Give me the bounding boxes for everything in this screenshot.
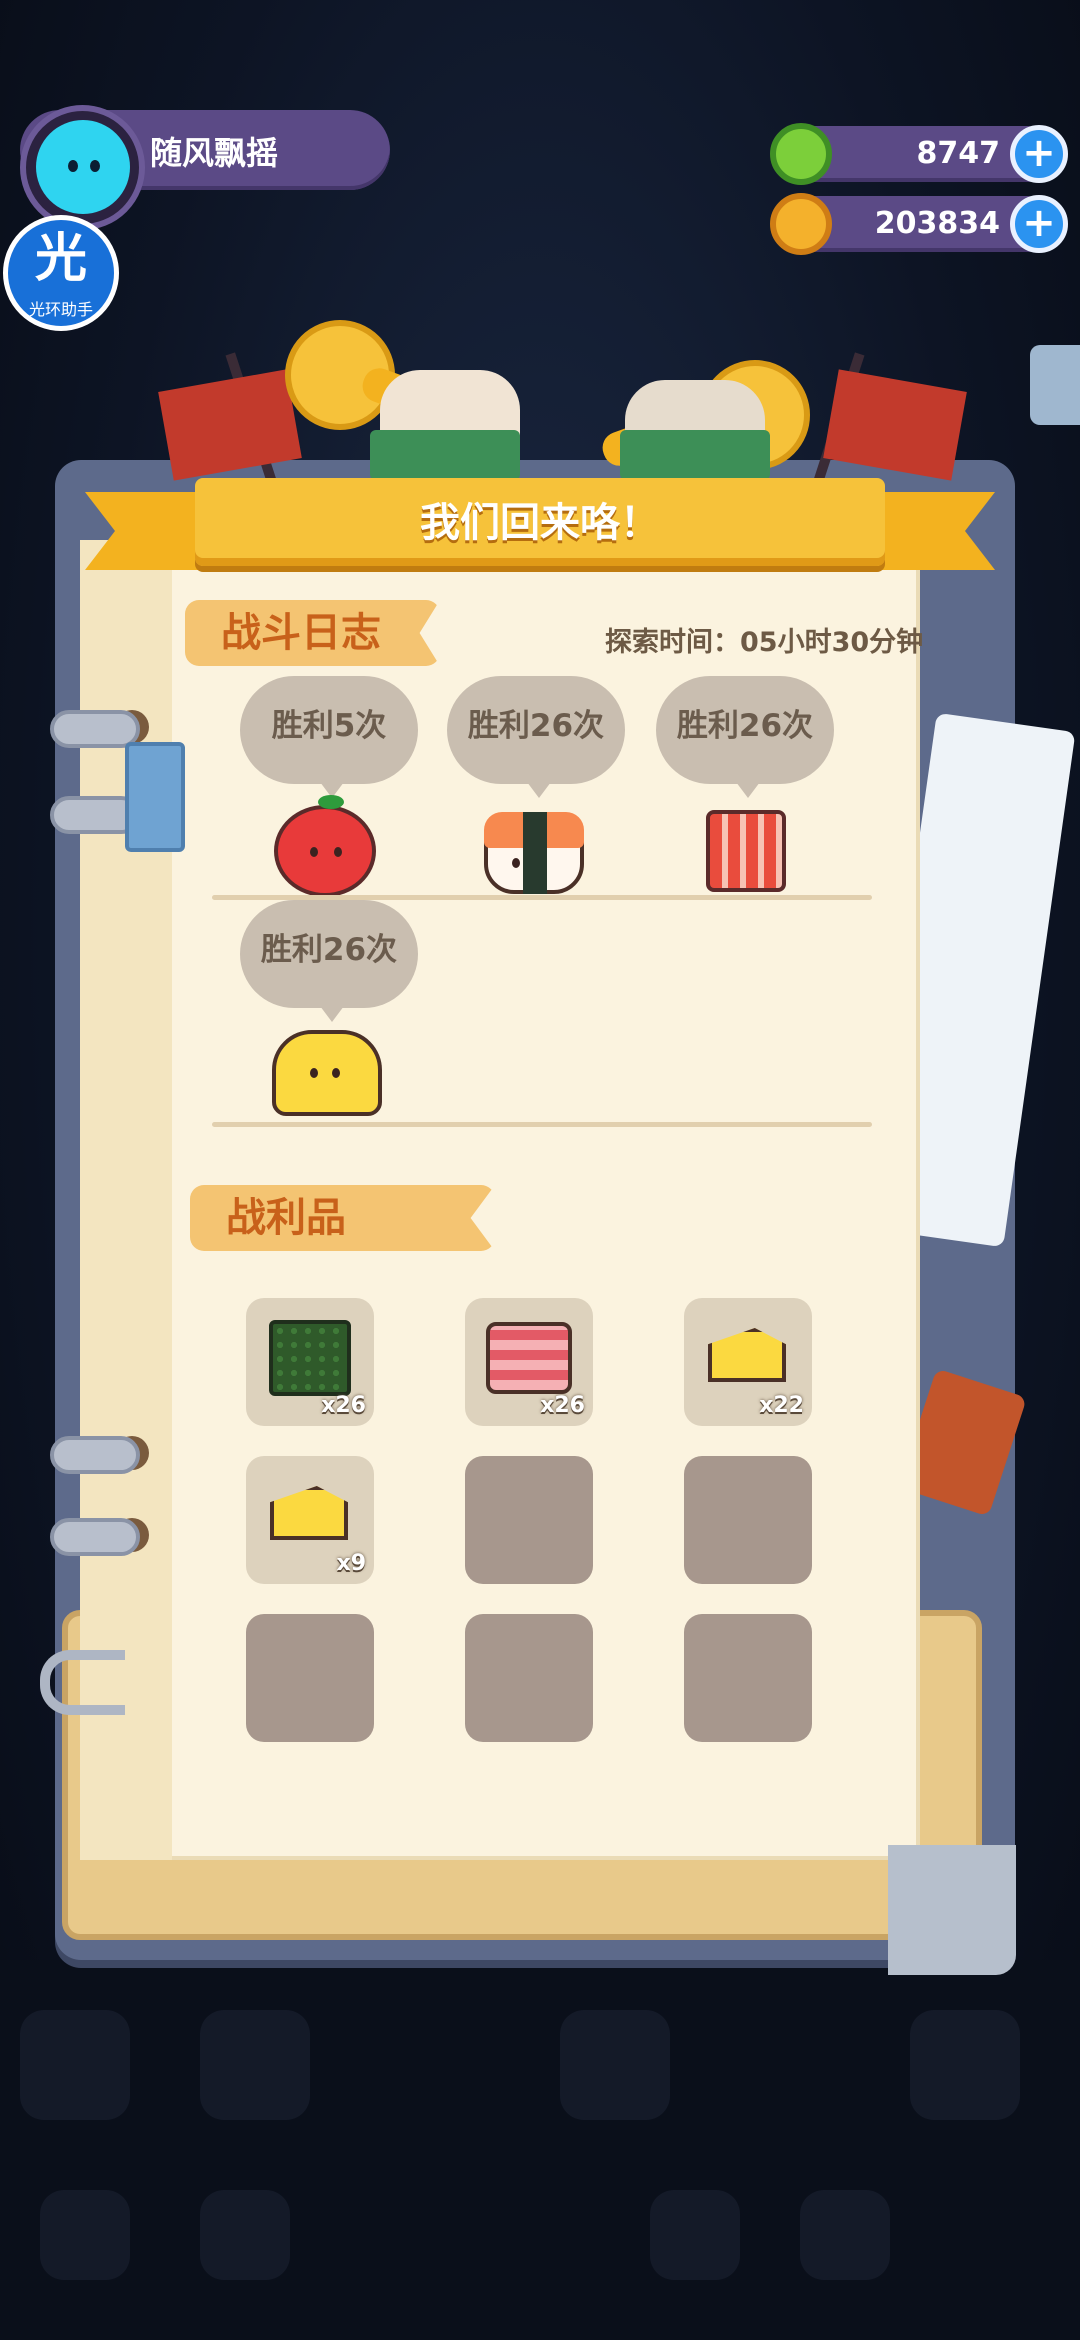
username: 随风飘摇 xyxy=(150,134,279,172)
cheese-icon xyxy=(708,1328,786,1382)
seaweed-icon xyxy=(269,1320,351,1396)
cheese-monster-icon xyxy=(272,1030,382,1116)
cheese-icon xyxy=(270,1486,348,1540)
loot-slot-empty xyxy=(246,1614,374,1742)
loot-slot-empty xyxy=(684,1614,812,1742)
battle-entry-label: 胜利26次 xyxy=(656,676,834,798)
add-green-currency-button[interactable]: + xyxy=(1010,125,1068,183)
apple-leaf xyxy=(318,795,344,809)
add-gold-currency-button[interactable]: + xyxy=(1010,195,1068,253)
green-coin-icon xyxy=(770,123,832,185)
dim-nav-icon xyxy=(40,2190,130,2280)
corner-clip-icon xyxy=(888,1845,1016,1975)
shelf-line xyxy=(212,1122,872,1127)
dim-nav-icon xyxy=(650,2190,740,2280)
battle-entry-label: 胜利26次 xyxy=(240,900,418,1022)
loot-slot-empty xyxy=(465,1614,593,1742)
planet-coin-icon xyxy=(770,193,832,255)
loot-title: 战利品 xyxy=(190,1185,495,1251)
explore-time: 探索时间：05小时30分钟 xyxy=(605,627,924,658)
banner-title: 我们回来咯！ xyxy=(195,478,885,566)
side-clip-icon xyxy=(1030,345,1080,425)
bacon-icon xyxy=(706,810,786,892)
avatar[interactable] xyxy=(36,120,130,214)
apple-icon xyxy=(274,805,376,897)
battle-log-title: 战斗日志 xyxy=(185,600,440,666)
cat-drum xyxy=(370,430,520,480)
dim-nav-icon xyxy=(200,2190,290,2280)
paper-clip-icon xyxy=(40,1650,125,1715)
loot-qty: x22 xyxy=(759,1393,804,1418)
dim-nav-icon xyxy=(910,2010,1020,2120)
dim-nav-icon xyxy=(200,2010,310,2120)
dim-nav-icon xyxy=(560,2010,670,2120)
binder-ring-icon xyxy=(50,1518,140,1556)
dim-nav-icon xyxy=(800,2190,890,2280)
cat-drum xyxy=(620,430,770,480)
helper-badge[interactable]: 光 光环助手 xyxy=(3,215,119,331)
sushi-nori xyxy=(523,812,547,894)
loot-qty: x26 xyxy=(540,1393,585,1418)
dim-nav-icon xyxy=(20,2010,130,2120)
loot-slot[interactable]: x26 xyxy=(465,1298,593,1426)
helper-badge-glyph: 光 xyxy=(34,229,87,289)
binder-ring-icon xyxy=(50,1436,140,1474)
loot-slot[interactable]: x22 xyxy=(684,1298,812,1426)
binder-clip-icon xyxy=(125,742,185,852)
loot-slot-empty xyxy=(465,1456,593,1584)
loot-qty: x9 xyxy=(336,1551,367,1576)
battle-entry-label: 胜利26次 xyxy=(447,676,625,798)
meat-icon xyxy=(486,1322,572,1394)
battle-entry-label: 胜利5次 xyxy=(240,676,418,798)
loot-qty: x26 xyxy=(321,1393,366,1418)
helper-badge-caption: 光环助手 xyxy=(28,300,93,319)
loot-slot[interactable]: x9 xyxy=(246,1456,374,1584)
loot-slot[interactable]: x26 xyxy=(246,1298,374,1426)
loot-slot-empty xyxy=(684,1456,812,1584)
